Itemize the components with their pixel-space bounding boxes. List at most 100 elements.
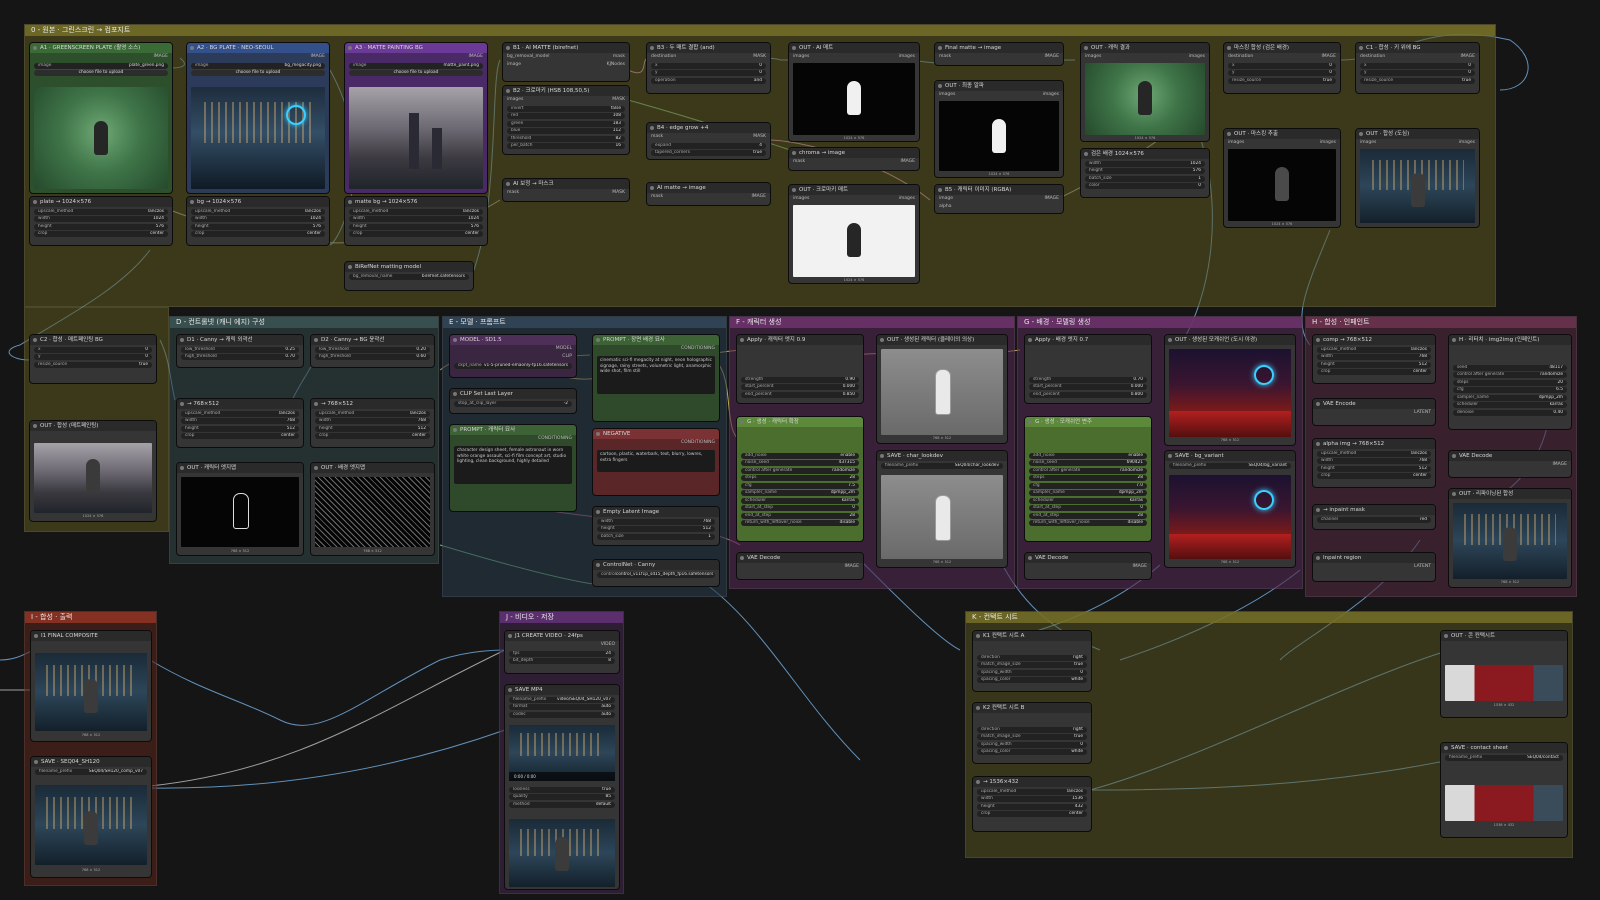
- vae-encode-node[interactable]: VAE Encode LATENT: [1312, 398, 1436, 426]
- image-select[interactable]: image plate_green.png: [34, 62, 168, 69]
- save-final-composite[interactable]: SAVE · SEQ04_SH120 filename_prefix SEQ04/…: [30, 756, 152, 878]
- vae-decode-char[interactable]: VAE Decode IMAGE: [736, 552, 864, 580]
- video-player[interactable]: 0:00 / 0:00: [509, 725, 615, 781]
- save-bg-image[interactable]: SAVE · bg_variant filename_prefix SEQ04/b…: [1164, 450, 1296, 568]
- vae-decode-bg[interactable]: VAE Decode IMAGE: [1024, 552, 1152, 580]
- image-select[interactable]: image matte_paint.png: [349, 62, 483, 69]
- save-char-image[interactable]: SAVE · char_lookdev filename_prefix SEQ04…: [876, 450, 1008, 568]
- upload-button[interactable]: choose file to upload: [191, 70, 325, 76]
- ai-matte-node[interactable]: B1 · AI MATTE (birefnet) bg_removal_mode…: [502, 42, 630, 82]
- resize-alpha-node[interactable]: alpha img → 768×512 upscale_method lanczo…: [1312, 438, 1436, 488]
- node-title: 마스킹 합성 (검은 배경): [1224, 43, 1340, 53]
- resize-bg-node[interactable]: → 768×512 upscale_method lanczos width 768…: [310, 398, 435, 448]
- node-title: → 768×512: [311, 399, 434, 409]
- node-title: Inpaint region: [1313, 553, 1435, 563]
- node-title: B5 · 캐릭터 이미지 (RGBA): [935, 185, 1063, 195]
- upscale-matte[interactable]: matte bg → 1024×576 upscale_method lanczo…: [344, 196, 488, 246]
- node-title: B1 · AI MATTE (birefnet): [503, 43, 629, 53]
- resize-comp-node[interactable]: comp → 768×512 upscale_method lanczos wid…: [1312, 334, 1436, 384]
- node-title: Final matte → image: [935, 43, 1063, 53]
- preview-chroma-matte[interactable]: OUT · 크로마키 매트 images images 1024 × 576: [788, 184, 920, 284]
- vae-decode-inpaint[interactable]: VAE Decode IMAGE: [1448, 450, 1572, 478]
- resize-char-node[interactable]: → 768×512 upscale_method lanczos width 768…: [176, 398, 304, 448]
- save-contact-sheet[interactable]: SAVE · contact sheet filename_prefix SEQ0…: [1440, 742, 1568, 838]
- image-select[interactable]: image bg_megacity.png: [191, 62, 325, 69]
- concat-b-node[interactable]: K2 컨택트 시트 B direction right match_image_s…: [972, 702, 1092, 764]
- load-image-bg-plate[interactable]: A2 · BG PLATE · NEO-SEOUL IMAGE image bg_…: [186, 42, 330, 194]
- prompt-text[interactable]: character design sheet, female astronaut…: [454, 446, 572, 484]
- ckpt-select[interactable]: ckpt_name v1-5-pruned-emaonly-fp16.safete…: [454, 362, 572, 369]
- preview-gen-char[interactable]: OUT · 생성된 캐릭터 (클레이의 의상) 768 × 512: [876, 334, 1008, 444]
- image-preview: [939, 101, 1059, 171]
- final-matte-node[interactable]: Final matte → image mask IMAGE: [934, 42, 1064, 66]
- preview-bg-edges[interactable]: OUT · 배경 엣지맵 768 × 512: [310, 462, 435, 556]
- preview-contact-sheet[interactable]: OUT · 콘 컨택시트 1536 × 432: [1440, 630, 1568, 718]
- image-preview: [1445, 665, 1563, 701]
- empty-image-node[interactable]: 검은 배경 1024×576 width 1024 height 576 batch…: [1080, 148, 1210, 198]
- birefnet-model[interactable]: BiRefNet matting model bg_removal_name bi…: [344, 261, 474, 291]
- node-title: ControlNet · Canny: [593, 560, 719, 570]
- mask-composite-node[interactable]: B3 · 두 매트 결합 (and) destination MASK x0 y0…: [646, 42, 771, 94]
- image-preview: [509, 819, 615, 887]
- load-image-matte[interactable]: A3 · MATTE PAINTING BG IMAGE image matte_…: [344, 42, 488, 194]
- load-image-greenscreen[interactable]: A1 · GREENSCREEN PLATE (촬영 소스) IMAGE ima…: [29, 42, 173, 194]
- image-preview: [34, 87, 168, 189]
- preview-final-composite[interactable]: I1 FINAL COMPOSITE 768 × 512: [30, 630, 152, 742]
- checkpoint-loader[interactable]: MODEL · SD1.5 MODEL CLIP ckpt_name v1-5-p…: [449, 334, 577, 378]
- node-title: B4 · edge grow +4: [647, 123, 770, 133]
- empty-latent[interactable]: Empty Latent Image width 768 height 512 ba…: [592, 506, 720, 546]
- chroma-key-node[interactable]: B2 · 크로마키 (HSB 108,50,5) images MASK inve…: [502, 85, 630, 155]
- group-title: F - 캐릭터 생성: [730, 317, 1014, 328]
- image-preview: [881, 475, 1003, 559]
- preview-char-result[interactable]: OUT · 캐릭 결과 images images 1024 × 576: [1080, 42, 1210, 142]
- image-to-mask-node[interactable]: → inpaint mask channel red: [1312, 504, 1436, 530]
- ksampler-inpaint[interactable]: H · 리터치 · img2img (인페인트) seed 48117 contr…: [1448, 334, 1572, 430]
- create-video-node[interactable]: J1 CREATE VIDEO · 24fps VIDEO fps 24 bit_…: [504, 630, 620, 674]
- composite-city-node[interactable]: C1 · 합성 · 키 위에 BG destination IMAGE x0 y0…: [1355, 42, 1480, 94]
- inpaint-region-node[interactable]: Inpaint region LATENT: [1312, 552, 1436, 582]
- save-video-node[interactable]: SAVE MP4 filename_prefix video/SEQ04_SH12…: [504, 684, 620, 890]
- grow-mask-node[interactable]: B4 · edge grow +4 mask MASK expand 4 taper…: [646, 122, 771, 160]
- resize-contact-node[interactable]: → 1536×432 upscale_method lanczos width 15…: [972, 776, 1092, 832]
- canny-bg-node[interactable]: D2 · Canny → BG 윤곽선 low_threshold 0.20 hi…: [310, 334, 435, 368]
- prompt-character[interactable]: PROMPT · 캐릭터 묘사 CONDITIONING character d…: [449, 424, 577, 512]
- preview-final-alpha[interactable]: OUT · 최종 알파 images images 1024 × 576: [934, 80, 1064, 178]
- preview-mask-extract[interactable]: OUT · 마스킹 추출 images images 1024 × 576: [1223, 128, 1341, 228]
- matte-to-image-node[interactable]: AI matte → image mask IMAGE: [646, 182, 771, 206]
- preview-composite-matte[interactable]: OUT · 합성 (매트페인팅) 1024 × 576: [29, 420, 157, 522]
- canny-char-node[interactable]: D1 · Canny → 캐릭 외곽선 low_threshold 0.25 hi…: [176, 334, 304, 368]
- join-alpha-node[interactable]: B5 · 캐릭터 이미지 (RGBA) image IMAGE alpha: [934, 184, 1064, 214]
- preview-composite-city[interactable]: OUT · 합성 (도심) images images: [1355, 128, 1480, 228]
- chroma-to-image-node[interactable]: chroma → image mask IMAGE: [788, 147, 920, 171]
- image-preview: [349, 87, 483, 189]
- apply-controlnet-bg[interactable]: Apply · 배경 엣지 0.7 strength 0.70 start_per…: [1024, 334, 1152, 404]
- paste-black-node[interactable]: 마스킹 합성 (검은 배경) destination IMAGE x0 y0 re…: [1223, 42, 1341, 94]
- group-title: K - 컨택트 시트: [966, 612, 1572, 623]
- prompt-text[interactable]: cinematic sci-fi megacity at night, neon…: [597, 356, 715, 394]
- image-preview: [34, 443, 152, 513]
- video-timecode[interactable]: 0:00 / 0:00: [509, 772, 615, 781]
- preview-ai-matte[interactable]: OUT · AI 매트 images images 1024 × 576: [788, 42, 920, 142]
- controlnet-loader[interactable]: ControlNet · Canny control control_v11f1p…: [592, 559, 720, 587]
- mask-convert-node[interactable]: AI 보정 → 마스크 mask MASK: [502, 178, 630, 202]
- prompt-negative[interactable]: NEGATIVE CONDITIONING cartoon, plastic, …: [592, 428, 720, 496]
- prompt-text[interactable]: cartoon, plastic, waterbark, text, blurr…: [597, 450, 715, 472]
- ksampler-bg[interactable]: G · 생성 · 모캐쉬언 변주 add_noise enable noise_s…: [1024, 416, 1152, 542]
- upload-button[interactable]: choose file to upload: [349, 70, 483, 76]
- concat-a-node[interactable]: K1 컨택트 시트 A direction right match_image_s…: [972, 630, 1092, 692]
- node-title: OUT · 콘 컨택시트: [1441, 631, 1567, 641]
- upscale-plate[interactable]: plate → 1024×576 upscale_method lanczos w…: [29, 196, 173, 246]
- preview-gen-bg[interactable]: OUT · 생성된 모캐쉬언 (도시 야경) 768 × 512: [1164, 334, 1296, 446]
- upscale-bg[interactable]: bg → 1024×576 upscale_method lanczos widt…: [186, 196, 330, 246]
- composite-matte-node[interactable]: C2 · 합성 · 매트페인팅 BG x0 y0 resize_source tr…: [29, 334, 157, 384]
- preview-char-edges[interactable]: OUT · 캐릭터 엣지맵 768 × 512: [176, 462, 304, 556]
- node-title: → inpaint mask: [1313, 505, 1435, 515]
- upload-button[interactable]: choose file to upload: [34, 70, 168, 76]
- ksampler-char[interactable]: G · 생성 · 캐릭터 확장 add_noise enable noise_se…: [736, 416, 864, 542]
- apply-controlnet-char[interactable]: Apply · 캐릭터 엣지 0.9 strength 0.90 start_pe…: [736, 334, 864, 404]
- clip-set-last-layer[interactable]: CLIP Set Last Layer stop_at_clip_layer -2: [449, 388, 577, 414]
- prompt-background[interactable]: PROMPT · 장면 배경 묘사 CONDITIONING cinematic…: [592, 334, 720, 422]
- node-title: H · 리터치 · img2img (인페인트): [1449, 335, 1571, 345]
- node-title: OUT · 캐릭 결과: [1081, 43, 1209, 53]
- preview-refined-comp[interactable]: OUT · 리파이닝된 합성 768 × 512: [1448, 488, 1572, 588]
